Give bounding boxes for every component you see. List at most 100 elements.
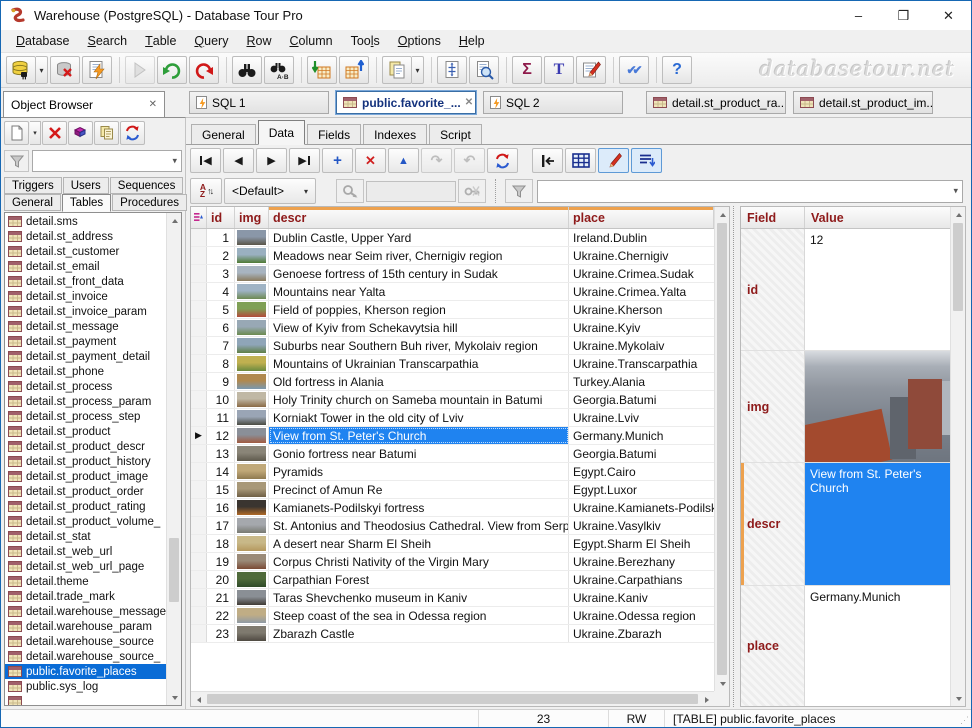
- table-row[interactable]: ▶ 10 Holy Trinity church on Sameba mount…: [191, 391, 714, 409]
- sort-az-button[interactable]: AZ ↑↓: [190, 178, 222, 204]
- cell-img[interactable]: [235, 553, 269, 570]
- connect-database-button[interactable]: [6, 56, 36, 84]
- table-list-item[interactable]: detail.st_process_step: [5, 409, 166, 424]
- cell-img[interactable]: [235, 445, 269, 462]
- table-list-item[interactable]: public.favorite_places: [5, 664, 166, 679]
- scroll-down-arrow[interactable]: [951, 691, 966, 706]
- grid-corner-sort-icon[interactable]: [191, 207, 207, 228]
- cell-place[interactable]: Egypt.Luxor: [569, 481, 714, 498]
- connect-dropdown-caret[interactable]: ▾: [36, 56, 48, 84]
- menu-item[interactable]: Search: [79, 30, 137, 52]
- object-filter-button[interactable]: [4, 150, 29, 172]
- cell-descr[interactable]: Dublin Castle, Upper Yard: [269, 229, 569, 246]
- table-list-item[interactable]: detail.warehouse_param: [5, 619, 166, 634]
- inspector-field-column-header[interactable]: Field: [741, 207, 805, 228]
- cell-img[interactable]: [235, 355, 269, 372]
- table-list-item[interactable]: detail.st_product_rating: [5, 499, 166, 514]
- cell-id[interactable]: 23: [207, 625, 235, 642]
- new-object-button[interactable]: [4, 121, 29, 145]
- table-row[interactable]: ▶ 23 Zbarazh Castle Ukraine.Zbarazh: [191, 625, 714, 643]
- cell-place[interactable]: Georgia.Batumi: [569, 391, 714, 408]
- cell-id[interactable]: 7: [207, 337, 235, 354]
- cell-place[interactable]: Ukraine.Kyiv: [569, 319, 714, 336]
- table-list-item[interactable]: detail.st_process: [5, 379, 166, 394]
- cell-id[interactable]: 16: [207, 499, 235, 516]
- cell-id[interactable]: 1: [207, 229, 235, 246]
- cell-id[interactable]: 2: [207, 247, 235, 264]
- table-list-item[interactable]: detail.st_invoice_param: [5, 304, 166, 319]
- fixed-columns-button[interactable]: [532, 148, 563, 173]
- cell-descr[interactable]: Precinct of Amun Re: [269, 481, 569, 498]
- table-list-item[interactable]: detail.st_product_image: [5, 469, 166, 484]
- find-button[interactable]: [232, 56, 262, 84]
- cell-id[interactable]: 10: [207, 391, 235, 408]
- table-list-item[interactable]: detail.st_product_order: [5, 484, 166, 499]
- grid-inspector-splitter[interactable]: [733, 206, 740, 707]
- menu-item[interactable]: Table: [136, 30, 185, 52]
- resize-grip[interactable]: ⋰: [957, 710, 971, 727]
- scrollbar-thumb[interactable]: [207, 694, 698, 704]
- column-header-img[interactable]: img: [235, 207, 269, 228]
- cell-place[interactable]: Ukraine.Kherson: [569, 301, 714, 318]
- category-tab[interactable]: Triggers: [4, 177, 62, 194]
- cancel-edit-button[interactable]: ↶: [454, 148, 485, 173]
- filter-button[interactable]: [505, 179, 533, 203]
- cell-img[interactable]: [235, 589, 269, 606]
- cell-id[interactable]: 19: [207, 553, 235, 570]
- table-row[interactable]: ▶ 5 Field of poppies, Kherson region Ukr…: [191, 301, 714, 319]
- inspector-row[interactable]: descr View from St. Peter's Church: [741, 463, 950, 586]
- print-preview-button[interactable]: [469, 56, 499, 84]
- table-list-item[interactable]: detail.st_product: [5, 424, 166, 439]
- table-row[interactable]: ▶ 9 Old fortress in Alania Turkey.Alania: [191, 373, 714, 391]
- scroll-up-arrow[interactable]: [715, 207, 730, 222]
- cell-descr[interactable]: Suburbs near Southern Buh river, Mykolai…: [269, 337, 569, 354]
- cell-place[interactable]: Ukraine.Crimea.Yalta: [569, 283, 714, 300]
- cell-img[interactable]: [235, 517, 269, 534]
- cell-descr[interactable]: Old fortress in Alania: [269, 373, 569, 390]
- cell-descr[interactable]: Pyramids: [269, 463, 569, 480]
- cell-place[interactable]: Turkey.Alania: [569, 373, 714, 390]
- insert-record-button[interactable]: +: [322, 148, 353, 173]
- cell-img[interactable]: [235, 607, 269, 624]
- new-object-dropdown-caret[interactable]: ▾: [30, 121, 41, 145]
- cell-img[interactable]: [235, 463, 269, 480]
- cell-place[interactable]: Ukraine.Zbarazh: [569, 625, 714, 642]
- cell-descr[interactable]: Genoese fortress of 15th century in Suda…: [269, 265, 569, 282]
- table-list-item[interactable]: detail.warehouse_source_: [5, 649, 166, 664]
- view-tab[interactable]: Data: [257, 120, 306, 145]
- close-button[interactable]: ✕: [926, 1, 971, 30]
- cell-id[interactable]: 8: [207, 355, 235, 372]
- scroll-down-arrow[interactable]: [715, 676, 730, 691]
- inspector-value-column-header[interactable]: Value: [805, 207, 950, 228]
- view-tab[interactable]: General: [191, 124, 256, 144]
- post-edit-button[interactable]: ↷: [421, 148, 452, 173]
- category-tab[interactable]: General: [4, 194, 61, 211]
- category-tab[interactable]: Users: [62, 177, 109, 194]
- table-row[interactable]: ▶ 14 Pyramids Egypt.Cairo: [191, 463, 714, 481]
- column-header-descr[interactable]: descr: [269, 207, 569, 228]
- table-list-item[interactable]: detail.st_customer: [5, 244, 166, 259]
- cell-descr[interactable]: Taras Shevchenko museum in Kaniv: [269, 589, 569, 606]
- cell-id[interactable]: 13: [207, 445, 235, 462]
- table-row[interactable]: ▶ 8 Mountains of Ukrainian Transcarpathi…: [191, 355, 714, 373]
- table-list-item[interactable]: detail.warehouse_message: [5, 604, 166, 619]
- object-browser-close-icon[interactable]: ✕: [149, 99, 157, 110]
- database-objects-button[interactable]: [68, 121, 93, 145]
- cell-place[interactable]: Ukraine.Vasylkiv: [569, 517, 714, 534]
- object-browser-tab[interactable]: Object Browser ✕: [3, 91, 165, 117]
- report-button[interactable]: [437, 56, 467, 84]
- table-list-item[interactable]: detail.st_invoice: [5, 289, 166, 304]
- locate-value-input[interactable]: [366, 180, 456, 202]
- table-list-item[interactable]: [5, 694, 166, 705]
- cell-id[interactable]: 5: [207, 301, 235, 318]
- minimize-button[interactable]: –: [836, 1, 881, 30]
- cell-img[interactable]: [235, 571, 269, 588]
- cell-descr[interactable]: Holy Trinity church on Sameba mountain i…: [269, 391, 569, 408]
- cell-id[interactable]: 22: [207, 607, 235, 624]
- cell-place[interactable]: Ukraine.Chernigiv: [569, 247, 714, 264]
- cell-place[interactable]: Ukraine.Odessa region: [569, 607, 714, 624]
- sorted-view-toggle-button[interactable]: [631, 148, 662, 173]
- cell-img[interactable]: [235, 301, 269, 318]
- cell-id[interactable]: 15: [207, 481, 235, 498]
- table-row[interactable]: ▶ 4 Mountains near Yalta Ukraine.Crimea.…: [191, 283, 714, 301]
